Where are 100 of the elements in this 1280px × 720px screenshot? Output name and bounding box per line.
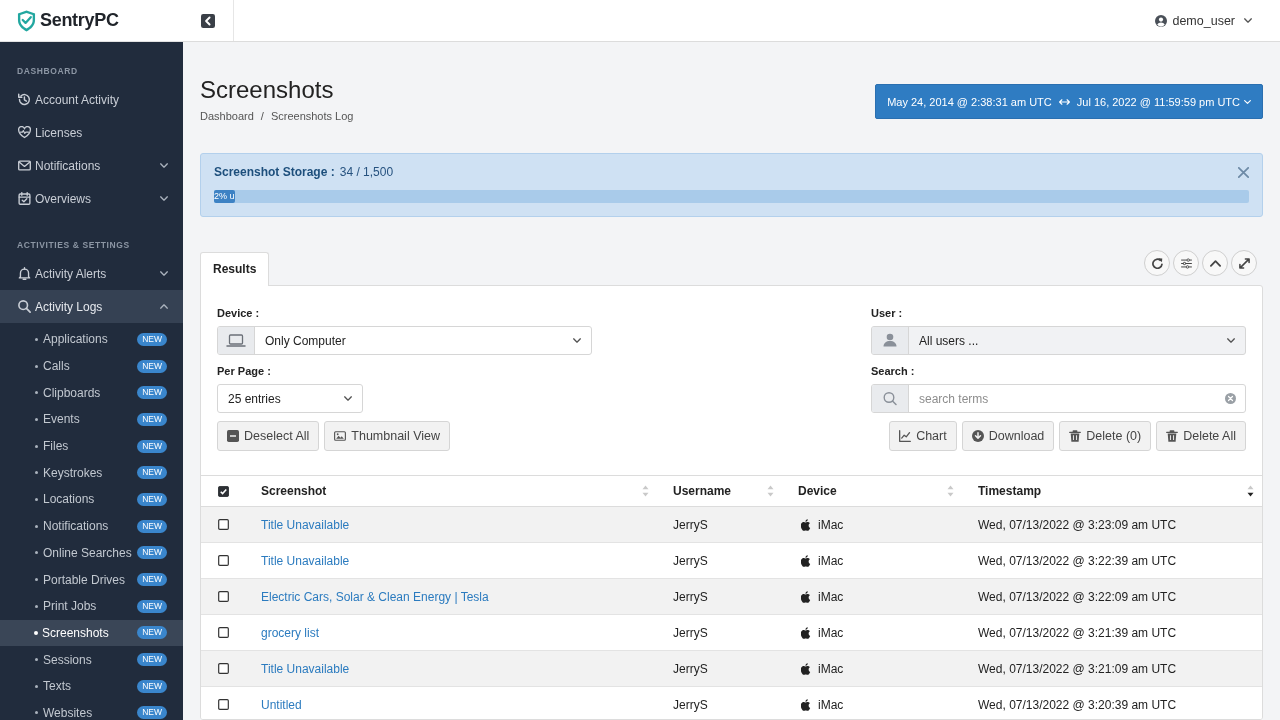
bullet-icon [35,364,38,368]
timestamp: Wed, 07/13/2022 @ 3:23:09 am UTC [978,517,1177,532]
column-header[interactable]: Device [782,476,962,506]
sidebar-subitem[interactable]: Websites NEW [0,699,183,720]
screenshot-link[interactable]: grocery list [261,625,319,640]
label-badge: NEW [137,359,167,373]
close-icon[interactable] [1238,166,1249,178]
chart-button[interactable]: Chart [889,421,957,451]
search-input[interactable]: search terms [909,385,1245,412]
field-label: User : [871,306,903,320]
bullet-icon [35,711,38,715]
clear-icon[interactable] [1225,393,1236,404]
sidebar-item[interactable]: Account Activity [0,83,183,116]
checkbox[interactable] [217,591,229,602]
user-name: JerryS [673,589,708,604]
apple-icon [801,698,811,711]
history-icon [18,93,31,106]
breadcrumb-link[interactable]: Dashboard [200,109,254,123]
sidebar-item[interactable]: Activity Alerts [0,257,183,290]
thumbnail-view-button[interactable]: Thumbnail View [324,421,450,451]
delete-all-button[interactable]: Delete All [1156,421,1246,451]
screenshot-link[interactable]: Electric Cars, Solar & Clean Energy | Tesla [261,589,489,604]
screenshot-link[interactable]: Title Unavailable [261,661,350,676]
sidebar-toggle-icon[interactable] [201,13,215,28]
sidebar-subitem[interactable]: Online Searches NEW [0,539,183,567]
user-menu[interactable]: demo_user [1155,13,1252,28]
sidebar-subitem[interactable]: Portable Drives NEW [0,566,183,593]
device-select[interactable]: Only Computer [217,326,592,355]
checkbox[interactable] [217,663,229,674]
refresh-button[interactable] [1144,250,1170,276]
sidebar-subitem[interactable]: Texts NEW [0,672,183,700]
caret-icon [160,271,168,276]
screenshot-link[interactable]: Untitled [261,697,302,712]
sidebar-item[interactable]: Overviews [0,182,183,215]
deselect-all-button[interactable]: Deselect All [217,421,320,451]
field-label: Search : [871,364,915,378]
per-page-select[interactable]: 25 entries [217,384,363,413]
collapse-button[interactable] [1202,250,1228,276]
label-badge: NEW [137,573,167,587]
user-name: JerryS [673,661,708,676]
label-badge: NEW [137,439,167,453]
sidebar-subitem[interactable]: Applications NEW [0,326,183,353]
sidebar-subitem[interactable]: Sessions NEW [0,646,183,673]
column-header[interactable]: Screenshot [245,476,657,506]
arrows-left-right-icon [1058,98,1070,105]
results-tab[interactable]: Results [200,252,270,286]
page-title: Screenshots [200,75,335,105]
sidebar-item[interactable]: Licenses [0,116,183,149]
section-heading: ACTIVITIES & SETTINGS [16,239,131,252]
device-name: iMac [818,661,844,676]
checkbox[interactable] [217,627,229,638]
label-badge: NEW [137,412,167,426]
screenshot-link[interactable]: Title Unavailable [261,553,350,568]
sidebar-subitem[interactable]: Keystrokes NEW [0,459,183,487]
calendar-check-icon [18,192,31,205]
sidebar-item[interactable]: Activity Logs [0,290,183,323]
user-circle-icon [1155,14,1168,27]
caret-icon [344,396,352,401]
device-name: iMac [818,625,844,640]
label-badge: NEW [137,546,167,560]
trash-icon [1166,430,1179,442]
checkbox[interactable] [217,485,229,497]
search-field[interactable]: search terms [871,384,1246,413]
delete-button[interactable]: Delete (0) [1059,421,1152,451]
device-name: iMac [818,697,844,712]
sidebar-subitem[interactable]: Clipboards NEW [0,379,183,407]
date-range-button[interactable]: May 24, 2014 @ 2:38:31 am UTC Jul 16, 2022 @ 11:59:59 pm UTC [875,84,1263,119]
screenshot-link[interactable]: Title Unavailable [261,517,350,532]
sidebar-subitem[interactable]: Print Jobs NEW [0,592,183,620]
sliders-icon [1180,257,1192,269]
checkbox[interactable] [217,699,229,710]
bullet-icon [35,417,38,421]
sidebar-subitem[interactable]: Events NEW [0,406,183,433]
envelope-icon [18,159,31,172]
caret-icon [573,338,581,343]
timestamp: Wed, 07/13/2022 @ 3:21:39 am UTC [978,625,1177,640]
label-badge: NEW [137,626,167,640]
trash-icon [1069,430,1082,442]
line-chart-icon [899,430,912,442]
column-header[interactable]: Username [657,476,782,506]
sidebar-subitem[interactable]: Files NEW [0,432,183,460]
fullscreen-button[interactable] [1231,250,1257,276]
caret-icon [1244,18,1252,23]
user-name: JerryS [673,517,708,532]
sidebar-subitem[interactable]: Screenshots NEW [0,619,183,647]
device-name: iMac [818,553,844,568]
column-header[interactable]: Timestamp [962,476,1262,506]
checkbox[interactable] [217,555,229,566]
label-badge: NEW [137,679,167,693]
search-icon [18,300,31,313]
timestamp: Wed, 07/13/2022 @ 3:22:39 am UTC [978,553,1177,568]
sidebar-item[interactable]: Notifications [0,149,183,182]
download-button[interactable]: Download [961,421,1055,451]
bullet-icon [35,578,38,582]
sidebar-subitem[interactable]: Calls NEW [0,352,183,380]
sort-icon[interactable] [1247,485,1254,497]
settings-button[interactable] [1173,250,1199,276]
sidebar-subitem[interactable]: Notifications NEW [0,512,183,540]
sidebar-subitem[interactable]: Locations NEW [0,486,183,513]
checkbox[interactable] [217,519,229,530]
